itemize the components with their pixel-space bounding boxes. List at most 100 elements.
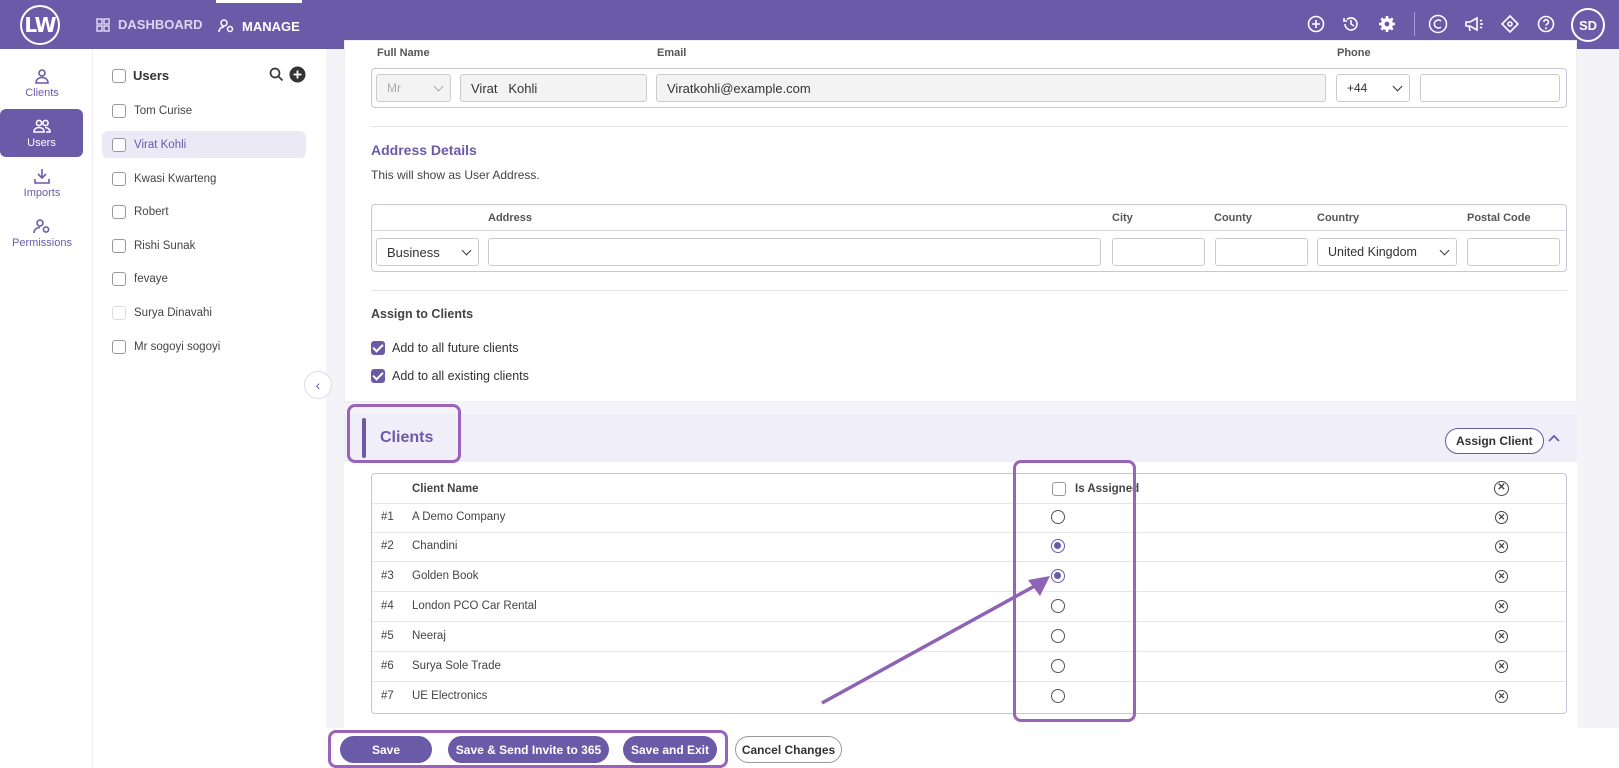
address-type-select[interactable]: Business [376,238,479,266]
client-name: Golden Book [412,570,479,582]
address-label: Address [488,212,533,224]
sidebar-item-permissions[interactable]: Permissions [0,209,84,257]
user-name: Rishi Sunak [134,239,196,252]
user-gear-icon [33,218,50,233]
sidebar-item-label: Permissions [12,236,72,249]
address-type-value: Business [387,244,440,260]
full-name-value: Virat Kohli [471,80,538,96]
save-and-exit-button[interactable]: Save and Exit [623,736,717,763]
user-checkbox[interactable] [112,238,126,253]
gear-icon[interactable] [1377,14,1397,34]
list-item[interactable]: Virat Kohli [102,131,306,158]
divider [371,290,1567,291]
client-number: #4 [381,600,394,612]
address-section-subtitle: This will show as User Address. [371,168,540,182]
full-name-label: Full Name [377,47,430,59]
client-number: #1 [381,511,394,523]
annotation-arrow-icon [821,576,1050,705]
list-item[interactable]: fevaye [102,265,306,292]
help-icon[interactable] [1536,14,1556,34]
title-select[interactable]: Mr [376,74,451,102]
future-clients-checkbox[interactable] [371,341,385,355]
select-all-assigned-checkbox[interactable] [1052,482,1066,496]
remove-client-icon[interactable]: ✕ [1495,511,1508,524]
clients-section-title: Clients [380,429,434,446]
remove-client-icon[interactable]: ✕ [1495,540,1508,553]
app-logo[interactable]: LW [20,5,60,45]
client-number: #3 [381,570,394,582]
history-icon[interactable] [1341,14,1361,34]
address-section-title: Address Details [371,142,477,158]
user-checkbox[interactable] [112,271,126,286]
remove-client-icon[interactable]: ✕ [1495,630,1508,643]
country-select[interactable]: United Kingdom [1317,238,1457,266]
save-button[interactable]: Save [340,736,432,763]
add-circle-icon[interactable] [1306,14,1326,34]
existing-clients-label: Add to all existing clients [392,369,529,383]
phone-code-select[interactable]: +44 [1336,74,1410,102]
phone-field[interactable] [1420,74,1560,102]
nav-dashboard[interactable]: DASHBOARD [96,0,203,49]
clear-all-icon[interactable]: ✕ [1494,481,1509,496]
address-input[interactable] [488,238,1101,266]
country-value: United Kingdom [1328,245,1417,259]
add-user-icon[interactable] [289,66,306,83]
save-send-invite-button[interactable]: Save & Send Invite to 365 [448,736,609,763]
user-name: Robert [134,205,169,218]
list-item[interactable]: Mr sogoyi sogoyi [102,333,306,360]
user-avatar[interactable]: SD [1571,8,1605,42]
user-checkbox[interactable] [112,171,126,186]
users-icon [32,119,51,133]
sidebar-item-clients[interactable]: Clients [0,59,84,107]
county-input[interactable] [1215,238,1308,266]
puzzle-icon[interactable] [1500,14,1520,34]
collapse-panel-button[interactable]: ‹ [304,371,332,399]
existing-clients-checkbox[interactable] [371,369,385,383]
remove-client-icon[interactable]: ✕ [1495,660,1508,673]
user-checkbox[interactable] [112,137,126,152]
search-icon[interactable] [269,67,284,82]
chevron-down-icon [1439,245,1450,256]
county-label: County [1214,212,1252,224]
city-input[interactable] [1112,238,1205,266]
chevron-down-icon [433,81,444,92]
select-all-users-checkbox[interactable] [112,69,126,83]
chevron-down-icon [461,245,472,256]
is-assigned-radio[interactable] [1051,539,1065,553]
user-checkbox[interactable] [112,204,126,219]
chevron-up-icon[interactable] [1548,434,1560,442]
email-label: Email [657,47,687,59]
phone-label: Phone [1337,47,1371,59]
remove-client-icon[interactable]: ✕ [1495,690,1508,703]
user-checkbox[interactable] [112,339,126,354]
list-item[interactable]: Kwasi Kwarteng [102,165,306,192]
user-name: Mr sogoyi sogoyi [134,340,221,353]
list-item[interactable]: Robert [102,198,306,225]
email-field[interactable]: Viratkohli@example.com [656,74,1326,102]
list-item[interactable]: Surya Dinavahi [102,299,306,326]
megaphone-icon[interactable] [1464,14,1484,34]
user-checkbox[interactable] [112,103,126,118]
postal-code-label: Postal Code [1467,212,1531,224]
section-accent [362,418,366,458]
user-name: Kwasi Kwarteng [134,172,217,185]
sidebar-item-users[interactable]: Users [0,109,83,157]
list-item[interactable]: Tom Curise [102,97,306,124]
client-number: #7 [381,690,394,702]
list-item[interactable]: Rishi Sunak [102,232,306,259]
user-name: fevaye [134,272,168,285]
divider [371,126,1567,127]
postal-code-input[interactable] [1467,238,1560,266]
nav-manage[interactable]: MANAGE [216,0,302,49]
sidebar-item-label: Users [27,136,56,149]
cancel-changes-button[interactable]: Cancel Changes [735,736,842,763]
assign-client-button[interactable]: Assign Client [1445,428,1544,454]
c-logo-icon[interactable] [1428,14,1448,34]
full-name-field[interactable]: Virat Kohli [460,74,647,102]
download-icon [34,168,50,184]
user-checkbox[interactable] [112,305,126,320]
remove-client-icon[interactable]: ✕ [1495,600,1508,613]
remove-client-icon[interactable]: ✕ [1495,570,1508,583]
sidebar-item-imports[interactable]: Imports [0,159,84,207]
is-assigned-radio[interactable] [1051,510,1065,524]
